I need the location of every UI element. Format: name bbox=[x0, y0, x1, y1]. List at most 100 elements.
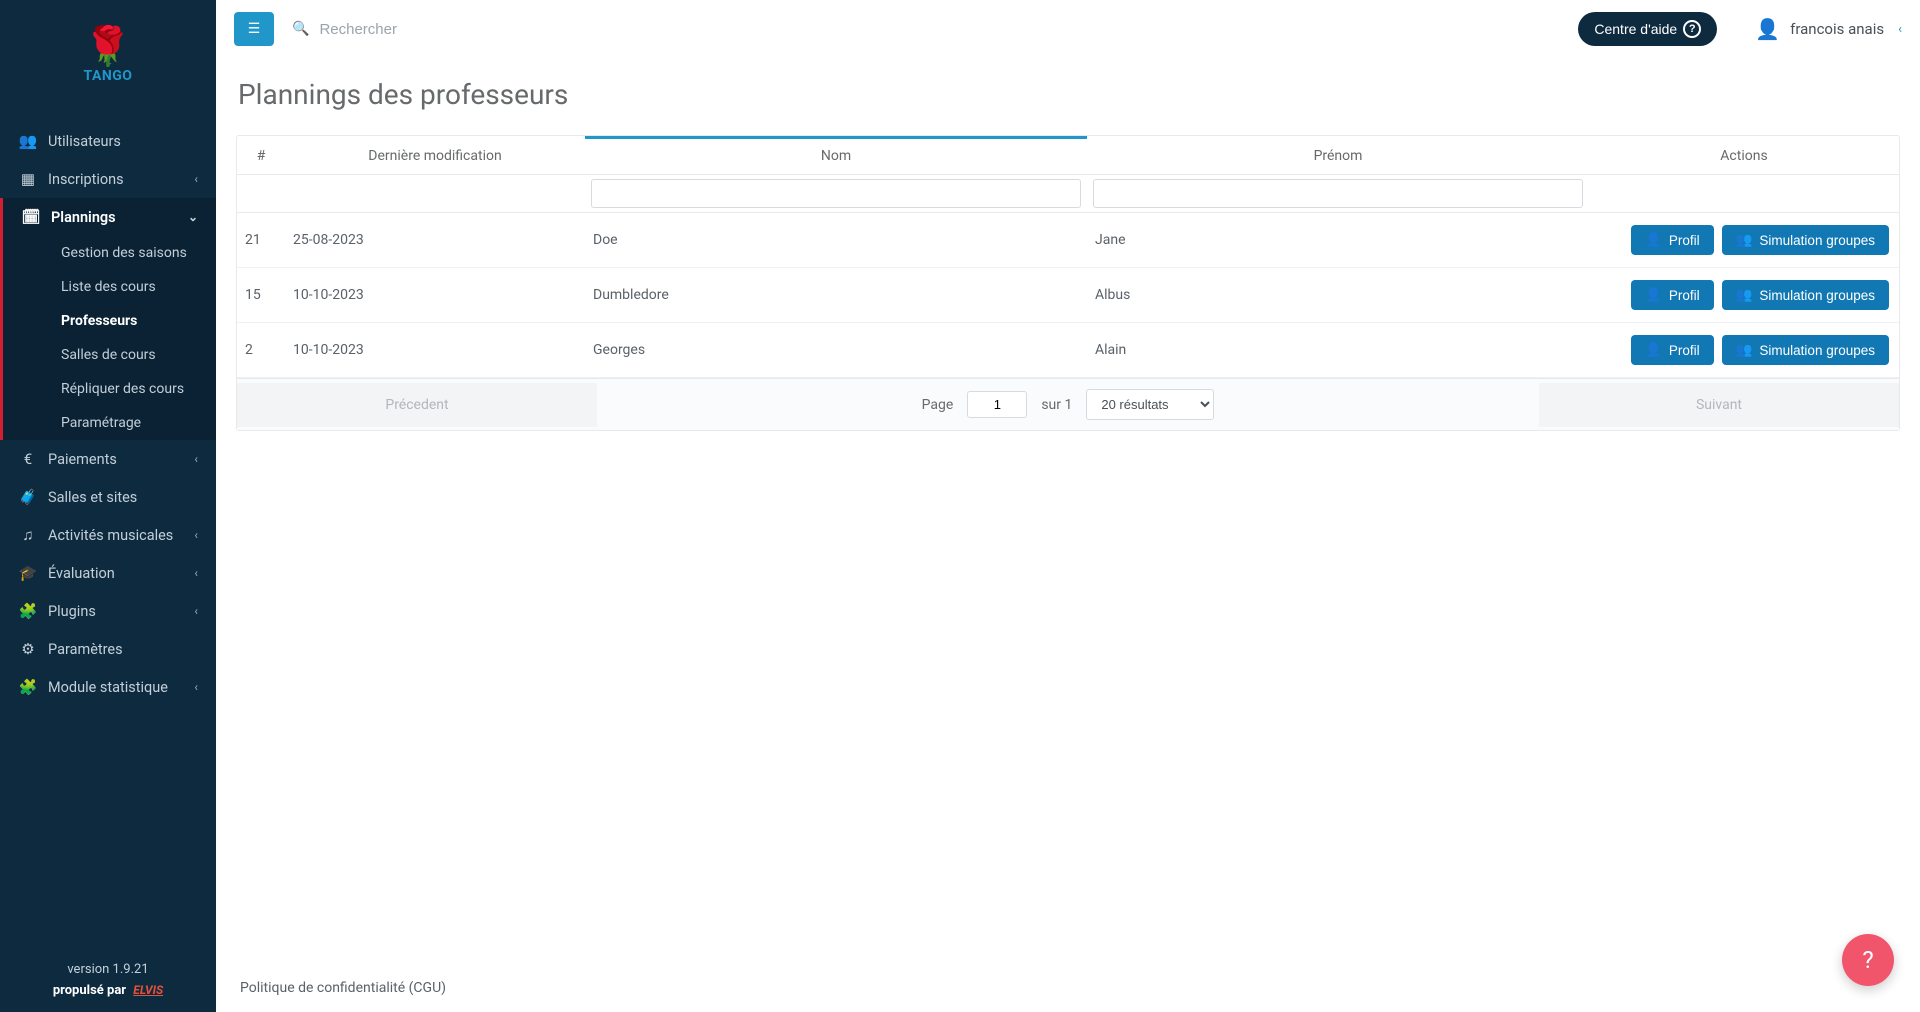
puzzle-icon: 🧩 bbox=[18, 678, 38, 696]
sidebar-subitem-gestion-des-saisons[interactable]: Gestion des saisons bbox=[3, 236, 216, 270]
results-per-page-select[interactable]: 20 résultats bbox=[1086, 389, 1214, 420]
euro-icon: € bbox=[18, 450, 38, 468]
sidebar-item-salles-et-sites[interactable]: 🧳 Salles et sites bbox=[0, 478, 216, 516]
table-row: 2125-08-2023DoeJane👤Profil👥Simulation gr… bbox=[237, 213, 1899, 268]
users-icon: 👥 bbox=[1736, 232, 1753, 248]
sidebar-item-label: Évaluation bbox=[48, 565, 115, 582]
col-prenom[interactable]: Prénom bbox=[1087, 137, 1589, 175]
profil-button[interactable]: 👤Profil bbox=[1631, 335, 1714, 365]
main-area: ☰ 🔍 Centre d'aide ? 👤 francois anais ‹ P… bbox=[216, 0, 1920, 1012]
search-wrap: 🔍 bbox=[292, 21, 1560, 38]
cell-id: 15 bbox=[237, 268, 285, 323]
users-icon: 👥 bbox=[1736, 287, 1753, 303]
briefcase-icon: 🧳 bbox=[18, 488, 38, 506]
users-icon: 👥 bbox=[18, 132, 38, 150]
chevron-left-icon: ‹ bbox=[194, 680, 198, 694]
filter-prenom-input[interactable] bbox=[1093, 179, 1583, 208]
simulation-label: Simulation groupes bbox=[1759, 233, 1875, 248]
table-icon: ▦ bbox=[18, 170, 38, 188]
table-row: 1510-10-2023DumbledoreAlbus👤Profil👥Simul… bbox=[237, 268, 1899, 323]
sidebar-item-paiements[interactable]: €Paiements‹ bbox=[0, 440, 216, 478]
col-modified[interactable]: Dernière modification bbox=[285, 137, 585, 175]
page-of-label: sur 1 bbox=[1041, 397, 1072, 413]
chevron-down-icon: ⌄ bbox=[188, 210, 198, 224]
sidebar-item-activités-musicales[interactable]: ♫Activités musicales‹ bbox=[0, 516, 216, 554]
simulation-groupes-button[interactable]: 👥Simulation groupes bbox=[1722, 280, 1889, 310]
cell-modified: 25-08-2023 bbox=[285, 213, 585, 268]
cell-nom: Georges bbox=[585, 323, 1087, 378]
cell-nom: Dumbledore bbox=[585, 268, 1087, 323]
user-menu[interactable]: 👤 francois anais ‹ bbox=[1755, 17, 1902, 41]
sidebar-subitem-paramétrage[interactable]: Paramétrage bbox=[3, 406, 216, 440]
calendar-icon: 🗓 bbox=[21, 208, 41, 226]
sidebar-item-label: Paramètres bbox=[48, 641, 123, 658]
help-center-button[interactable]: Centre d'aide ? bbox=[1578, 12, 1717, 46]
table-header-row: # Dernière modification Nom Prénom Actio… bbox=[237, 137, 1899, 175]
sidebar-footer: version 1.9.21 propulsé par ELVIS bbox=[0, 950, 216, 1012]
pagination-center: Page sur 1 20 résultats bbox=[597, 379, 1539, 430]
cell-modified: 10-10-2023 bbox=[285, 323, 585, 378]
sidebar-item-paramètres[interactable]: ⚙ Paramètres bbox=[0, 630, 216, 668]
sidebar-item-utilisateurs[interactable]: 👥 Utilisateurs bbox=[0, 122, 216, 160]
sidebar-item-label: Paiements bbox=[48, 451, 117, 468]
user-name: francois anais bbox=[1790, 20, 1884, 38]
powered-by-label: propulsé par bbox=[53, 983, 126, 998]
profil-label: Profil bbox=[1669, 288, 1700, 303]
chevron-left-icon: ‹ bbox=[194, 566, 198, 580]
page-title: Plannings des professeurs bbox=[238, 78, 1900, 111]
grad-icon: 🎓 bbox=[18, 564, 38, 582]
sidebar-item-plugins[interactable]: 🧩 Plugins ‹ bbox=[0, 592, 216, 630]
sidebar-item-label: Plugins bbox=[48, 603, 96, 620]
version-text: version 1.9.21 bbox=[10, 962, 206, 977]
col-id[interactable]: # bbox=[237, 137, 285, 175]
sidebar-item-label: Salles et sites bbox=[48, 489, 137, 506]
chevron-left-icon: ‹ bbox=[194, 604, 198, 618]
user-icon: 👤 bbox=[1645, 287, 1662, 303]
question-icon: ? bbox=[1862, 946, 1873, 974]
menu-toggle-button[interactable]: ☰ bbox=[234, 12, 274, 46]
sidebar-subitem-professeurs[interactable]: Professeurs bbox=[3, 304, 216, 338]
page-input[interactable] bbox=[967, 391, 1027, 418]
music-icon: ♫ bbox=[18, 526, 38, 544]
sidebar-item-plannings[interactable]: 🗓Plannings⌄ bbox=[3, 198, 216, 236]
profil-button[interactable]: 👤 Profil bbox=[1631, 225, 1714, 255]
floating-help-button[interactable]: ? bbox=[1842, 934, 1894, 986]
filter-nom-input[interactable] bbox=[591, 179, 1081, 208]
help-center-label: Centre d'aide bbox=[1594, 21, 1677, 37]
table-row: 210-10-2023GeorgesAlain👤Profil👥Simulatio… bbox=[237, 323, 1899, 378]
table-card: # Dernière modification Nom Prénom Actio… bbox=[236, 135, 1900, 431]
sidebar-subitem-répliquer-des-cours[interactable]: Répliquer des cours bbox=[3, 372, 216, 406]
next-page-button[interactable]: Suivant bbox=[1539, 383, 1899, 427]
cell-modified: 10-10-2023 bbox=[285, 268, 585, 323]
sidebar-item-label: Utilisateurs bbox=[48, 133, 121, 150]
profil-button[interactable]: 👤 Profil bbox=[1631, 280, 1714, 310]
simulation-groupes-button[interactable]: 👥Simulation groupes bbox=[1722, 335, 1889, 365]
powered-by: propulsé par ELVIS bbox=[10, 983, 206, 998]
search-input[interactable] bbox=[319, 21, 579, 38]
prev-page-button[interactable]: Précedent bbox=[237, 383, 597, 427]
chevron-left-icon: ‹ bbox=[194, 528, 198, 542]
profil-label: Profil bbox=[1669, 233, 1700, 248]
sidebar-item-label: Module statistique bbox=[48, 679, 168, 696]
table-body: 2125-08-2023DoeJane👤Profil👥Simulation gr… bbox=[237, 213, 1899, 378]
cell-nom: Doe bbox=[585, 213, 1087, 268]
simulation-groupes-button[interactable]: 👥 Simulation groupes bbox=[1722, 225, 1889, 255]
page-label: Page bbox=[922, 397, 954, 413]
cell-prenom: Jane bbox=[1087, 213, 1589, 268]
sidebar-subitem-liste-des-cours[interactable]: Liste des cours bbox=[3, 270, 216, 304]
brand-area: 🌹 TANGO bbox=[0, 0, 216, 104]
pagination: Précedent Page sur 1 20 résultats Suivan… bbox=[237, 378, 1899, 430]
sidebar-item-inscriptions[interactable]: ▦Inscriptions‹ bbox=[0, 160, 216, 198]
puzzle-icon: 🧩 bbox=[18, 602, 38, 620]
sidebar-item-label: Inscriptions bbox=[48, 171, 124, 188]
col-nom[interactable]: Nom bbox=[585, 137, 1087, 175]
gear-icon: ⚙ bbox=[18, 640, 38, 658]
users-icon: 👥 bbox=[1736, 342, 1753, 358]
user-icon: 👤 bbox=[1645, 232, 1662, 248]
sidebar-item-évaluation[interactable]: 🎓 Évaluation ‹ bbox=[0, 554, 216, 592]
sidebar-item-module-statistique[interactable]: 🧩 Module statistique ‹ bbox=[0, 668, 216, 706]
sidebar-subitem-salles-de-cours[interactable]: Salles de cours bbox=[3, 338, 216, 372]
brand-name: TANGO bbox=[0, 68, 216, 84]
privacy-link[interactable]: Politique de confidentialité (CGU) bbox=[240, 980, 446, 996]
brand-logo: 🌹 bbox=[0, 28, 216, 66]
